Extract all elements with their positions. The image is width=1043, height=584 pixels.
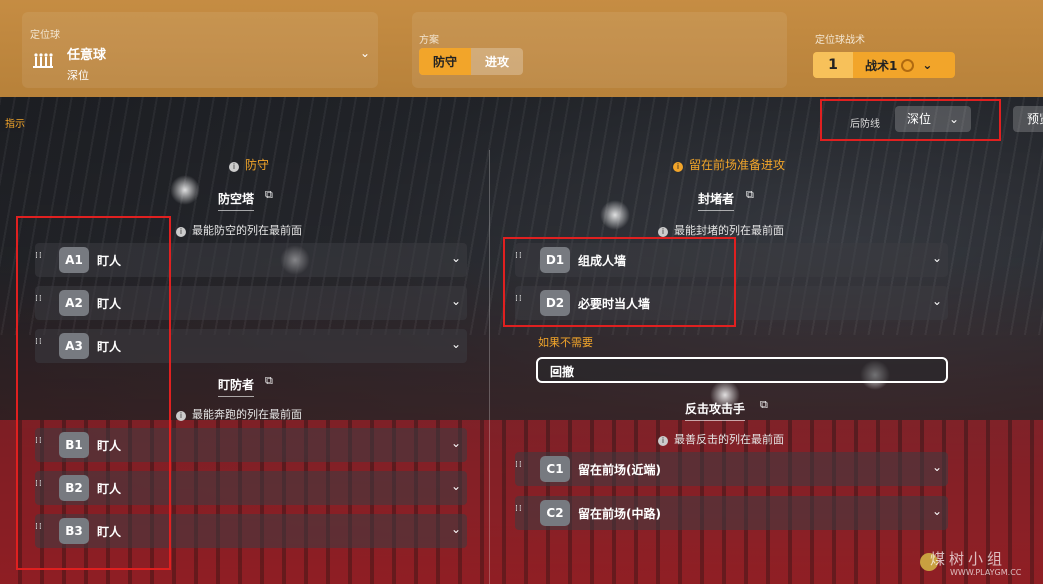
chevron-down-icon: ⌄ bbox=[922, 58, 933, 72]
highlight-box bbox=[503, 237, 736, 327]
chevron-down-icon[interactable]: ⌄ bbox=[932, 251, 942, 265]
info-icon: i bbox=[176, 411, 186, 421]
floodlight bbox=[600, 200, 630, 230]
info-icon: i bbox=[658, 227, 668, 237]
loading-icon bbox=[901, 58, 915, 72]
chevron-down-icon[interactable]: ⌄ bbox=[451, 522, 461, 536]
setpiece-sub: 深位 bbox=[67, 69, 89, 82]
tactic-number: 1 bbox=[813, 52, 853, 78]
info-icon: i bbox=[229, 162, 239, 172]
plan-panel: 方案 防守 进攻 bbox=[412, 12, 787, 88]
setpiece-label: 定位球 bbox=[30, 30, 60, 41]
chevron-down-icon[interactable]: ⌄ bbox=[451, 337, 461, 351]
chevron-down-icon[interactable]: ⌄ bbox=[932, 504, 942, 518]
aerial-role-heading: 防空塔 bbox=[218, 190, 255, 211]
external-link-icon[interactable]: ⧉ bbox=[265, 188, 273, 202]
plan-toggle[interactable]: 防守 进攻 bbox=[419, 48, 524, 75]
highlight-box bbox=[820, 99, 1001, 141]
floodlight bbox=[170, 175, 200, 205]
list-item[interactable]: ⁞⁞ C2 留在前场(中路) ⌄ bbox=[515, 496, 948, 530]
chevron-down-icon: ⌄ bbox=[550, 363, 561, 377]
preview-button[interactable]: 预览 bbox=[1013, 106, 1043, 132]
chevron-down-icon[interactable]: ⌄ bbox=[451, 294, 461, 308]
counter-note: i 最善反击的列在最前面 bbox=[658, 431, 784, 447]
aerial-note: i 最能防空的列在最前面 bbox=[176, 222, 302, 238]
marking-role-heading: 盯防者 bbox=[218, 376, 255, 397]
tactic-selector[interactable]: 1 战术1 ⌄ bbox=[813, 52, 955, 78]
blocker-role-heading: 封堵者 bbox=[698, 190, 735, 211]
info-icon: i bbox=[673, 162, 683, 172]
watermark-title: 煤树小组 bbox=[930, 550, 1007, 568]
info-icon: i bbox=[658, 436, 668, 446]
plan-defense-tab[interactable]: 防守 bbox=[419, 48, 472, 75]
list-item[interactable]: ⁞⁞ C1 留在前场(近端) ⌄ bbox=[515, 452, 948, 486]
attack-section-title: i 留在前场准备进攻 bbox=[673, 156, 785, 173]
chevron-down-icon[interactable]: ⌄ bbox=[451, 479, 461, 493]
chevron-down-icon: ⌄ bbox=[359, 46, 370, 60]
position-badge: C2 bbox=[540, 500, 570, 526]
position-badge: C1 bbox=[540, 456, 570, 482]
row-label: 留在前场(近端) bbox=[578, 463, 661, 477]
highlight-box bbox=[16, 216, 171, 570]
external-link-icon[interactable]: ⧉ bbox=[265, 374, 273, 388]
top-bar: 定位球 任意球 深位 ⌄ 方案 防守 进攻 定位球战术 1 战术1 ⌄ bbox=[0, 0, 1043, 97]
chevron-down-icon[interactable]: ⌄ bbox=[932, 294, 942, 308]
drag-handle-icon[interactable]: ⁞⁞ bbox=[515, 461, 525, 477]
external-link-icon[interactable]: ⧉ bbox=[760, 398, 768, 412]
setpiece-selector[interactable]: 定位球 任意球 深位 ⌄ bbox=[22, 12, 378, 88]
hint-link[interactable]: 指示 bbox=[5, 115, 25, 130]
counter-role-heading: 反击攻击手 bbox=[685, 400, 746, 421]
plan-attack-tab[interactable]: 进攻 bbox=[471, 48, 523, 75]
setpiece-name: 任意球 bbox=[67, 48, 107, 63]
tactic-panel: 定位球战术 1 战术1 ⌄ bbox=[796, 12, 1043, 88]
plan-label: 方案 bbox=[419, 35, 439, 46]
info-icon: i bbox=[176, 227, 186, 237]
chevron-down-icon[interactable]: ⌄ bbox=[451, 436, 461, 450]
fallback-dropdown[interactable]: 回撤 ⌄ bbox=[536, 357, 948, 383]
wall-icon bbox=[33, 53, 53, 68]
row-label: 留在前场(中路) bbox=[578, 507, 661, 521]
tactic-label: 定位球战术 bbox=[815, 35, 865, 46]
defense-section-title: i 防守 bbox=[229, 156, 269, 173]
chevron-down-icon[interactable]: ⌄ bbox=[451, 251, 461, 265]
marking-note: i 最能奔跑的列在最前面 bbox=[176, 406, 302, 422]
drag-handle-icon[interactable]: ⁞⁞ bbox=[515, 505, 525, 521]
tactic-name: 战术1 bbox=[865, 58, 898, 73]
column-divider bbox=[489, 150, 490, 584]
blocker-note: i 最能封堵的列在最前面 bbox=[658, 222, 784, 238]
watermark-url: WWW.PLAYGM.CC bbox=[950, 568, 1022, 577]
chevron-down-icon[interactable]: ⌄ bbox=[932, 460, 942, 474]
external-link-icon[interactable]: ⧉ bbox=[746, 188, 754, 202]
if-not-needed-label: 如果不需要 bbox=[538, 336, 593, 349]
